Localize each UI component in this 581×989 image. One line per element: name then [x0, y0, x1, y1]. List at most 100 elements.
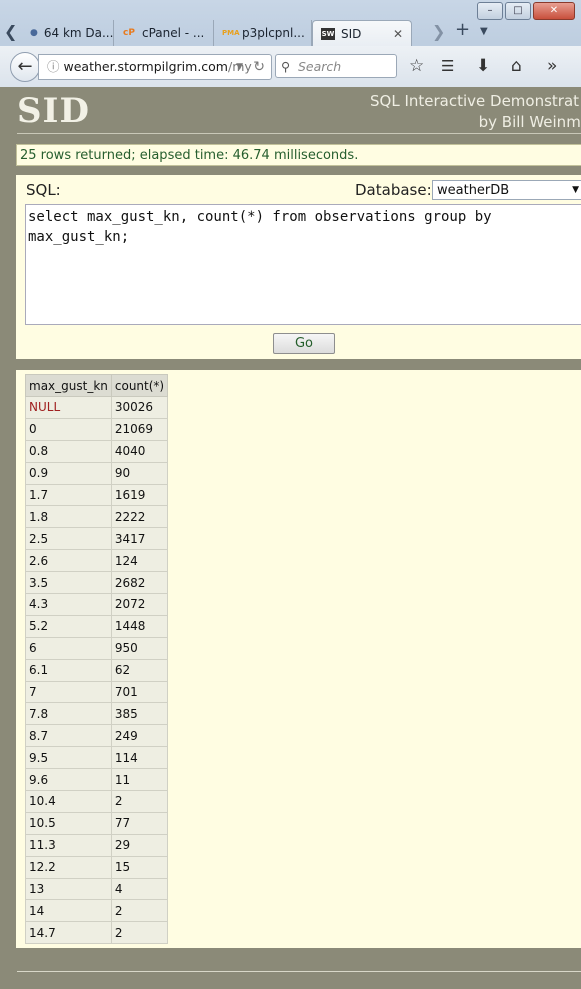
- cell-count: 4040: [110, 439, 169, 463]
- tagline-title: SQL Interactive Demonstrat: [370, 92, 580, 110]
- cell-max-gust-kn: 7: [25, 680, 112, 704]
- site-info-icon[interactable]: ⓘ: [47, 59, 60, 74]
- table-row: 0.9 90: [25, 461, 169, 485]
- results-panel: max_gust_kn count(*) NULL 30026 0 21069 0.8 4…: [16, 370, 581, 948]
- search-icon: ⚲: [281, 59, 291, 74]
- tab-bar: ❮ ● 64 km Da... cP cPanel - ... PMA p3pl…: [0, 18, 581, 46]
- table-row: 2.6 124: [25, 549, 169, 573]
- tab-phpmyadmin[interactable]: PMA p3plcpnl...: [214, 20, 312, 46]
- cell-count: 1619: [110, 483, 169, 507]
- header-divider: [17, 133, 581, 134]
- search-input[interactable]: ⚲ Search: [275, 54, 397, 78]
- results-table: max_gust_kn count(*) NULL 30026 0 21069 0.8 4…: [25, 374, 169, 945]
- cell-max-gust-kn: 14: [25, 899, 112, 923]
- scroll-tabs-left-icon[interactable]: ❮: [4, 22, 17, 41]
- sid-icon: SW: [321, 27, 335, 40]
- table-row: 11.3 29: [25, 833, 169, 857]
- tab-64km[interactable]: ● 64 km Da...: [22, 20, 114, 46]
- database-select[interactable]: weatherDB ▼: [432, 180, 581, 200]
- navigation-bar: ← ⓘ weather.stormpilgrim.com/my ▼ ↻ ⚲ Se…: [0, 46, 581, 88]
- downloads-icon[interactable]: ⬇: [476, 56, 490, 76]
- cell-count: 249: [110, 724, 169, 748]
- database-select-value: weatherDB: [437, 183, 510, 198]
- tagline-author: by Bill Weinma: [478, 113, 581, 131]
- scroll-tabs-right-icon[interactable]: ❯: [432, 22, 445, 41]
- table-row: 7 701: [25, 680, 169, 704]
- cell-max-gust-kn: 4.3: [25, 593, 112, 616]
- table-row: 2.5 3417: [25, 527, 169, 551]
- column-header: max_gust_kn: [25, 374, 112, 397]
- url-dropdown-icon[interactable]: ▼: [236, 55, 243, 79]
- cell-max-gust-kn: 5.2: [25, 614, 112, 638]
- footer-divider: [17, 971, 581, 972]
- cell-count: 2: [110, 921, 169, 945]
- table-row: 12.2 15: [25, 855, 169, 879]
- table-row: 1.7 1619: [25, 483, 169, 507]
- cell-count: 30026: [110, 396, 169, 419]
- table-row: 14 2: [25, 899, 169, 923]
- cell-count: 2682: [110, 571, 169, 595]
- page-content: SID SQL Interactive Demonstrat by Bill W…: [0, 87, 581, 989]
- cell-count: 21069: [110, 417, 169, 441]
- tab-label: p3plcpnl...: [242, 26, 305, 40]
- back-button[interactable]: ←: [10, 52, 40, 82]
- cell-count: 90: [110, 461, 169, 485]
- go-button[interactable]: Go: [273, 333, 335, 354]
- sql-label: SQL:: [26, 181, 61, 199]
- table-row: 5.2 1448: [25, 614, 169, 638]
- list-tabs-icon[interactable]: ▼: [480, 26, 488, 37]
- query-form: SQL: Database: weatherDB ▼ select max_gu…: [16, 175, 581, 359]
- cell-count: 29: [110, 833, 169, 857]
- cell-max-gust-kn: 9.6: [25, 768, 112, 792]
- tab-label: SID: [341, 26, 362, 41]
- table-row: 4.3 2072: [25, 593, 169, 616]
- table-row: 1.8 2222: [25, 505, 169, 529]
- new-tab-icon[interactable]: +: [455, 19, 470, 40]
- cell-max-gust-kn: 0: [25, 417, 112, 441]
- cell-max-gust-kn: 1.8: [25, 505, 112, 529]
- overflow-menu-icon[interactable]: »: [547, 56, 557, 76]
- cell-max-gust-kn: 6: [25, 636, 112, 660]
- cell-max-gust-kn: 0.8: [25, 439, 112, 463]
- table-row: 3.5 2682: [25, 571, 169, 595]
- reading-list-icon[interactable]: ☰: [441, 57, 454, 75]
- cell-count: 2222: [110, 505, 169, 529]
- close-tab-icon[interactable]: ✕: [393, 27, 403, 41]
- cell-count: 62: [110, 658, 169, 682]
- table-header-row: max_gust_kn count(*): [25, 374, 169, 397]
- home-icon[interactable]: ⌂: [511, 56, 522, 76]
- url-bar[interactable]: ⓘ weather.stormpilgrim.com/my ▼ ↻: [38, 54, 272, 80]
- reload-icon[interactable]: ↻: [253, 55, 265, 79]
- cell-max-gust-kn: 12.2: [25, 855, 112, 879]
- cell-max-gust-kn: 9.5: [25, 746, 112, 770]
- cell-count: 124: [110, 549, 169, 573]
- cell-max-gust-kn: 11.3: [25, 833, 112, 857]
- table-row: 10.4 2: [25, 790, 169, 813]
- tab-cpanel[interactable]: cP cPanel - ...: [114, 20, 214, 46]
- cell-count: 2072: [110, 593, 169, 616]
- table-row: 13 4: [25, 877, 169, 901]
- cell-count: 11: [110, 768, 169, 792]
- cell-max-gust-kn: 2.6: [25, 549, 112, 573]
- tagline: SQL Interactive Demonstrat by Bill Weinm…: [370, 91, 581, 133]
- table-row: 6 950: [25, 636, 169, 660]
- cell-max-gust-kn: 3.5: [25, 571, 112, 595]
- table-row: 0.8 4040: [25, 439, 169, 463]
- tab-sid[interactable]: SW SID ✕: [312, 20, 412, 46]
- cell-max-gust-kn: 8.7: [25, 724, 112, 748]
- table-row: 6.1 62: [25, 658, 169, 682]
- cell-count: 15: [110, 855, 169, 879]
- bookmark-star-icon[interactable]: ☆: [409, 56, 424, 76]
- table-row: 8.7 249: [25, 724, 169, 748]
- results-body: NULL 30026 0 21069 0.8 4040 0.9 90 1.7 1619 1.8 222…: [25, 396, 169, 945]
- tab-label: 64 km Da...: [43, 26, 114, 40]
- table-row: 7.8 385: [25, 702, 169, 726]
- cell-max-gust-kn: 7.8: [25, 702, 112, 726]
- search-placeholder: Search: [298, 59, 342, 74]
- cell-count: 114: [110, 746, 169, 770]
- phpmyadmin-icon: PMA: [222, 29, 240, 37]
- cell-count: 385: [110, 702, 169, 726]
- sql-textarea[interactable]: select max_gust_kn, count(*) from observ…: [25, 204, 581, 325]
- cell-count: 1448: [110, 614, 169, 638]
- cell-count: 2: [110, 790, 169, 813]
